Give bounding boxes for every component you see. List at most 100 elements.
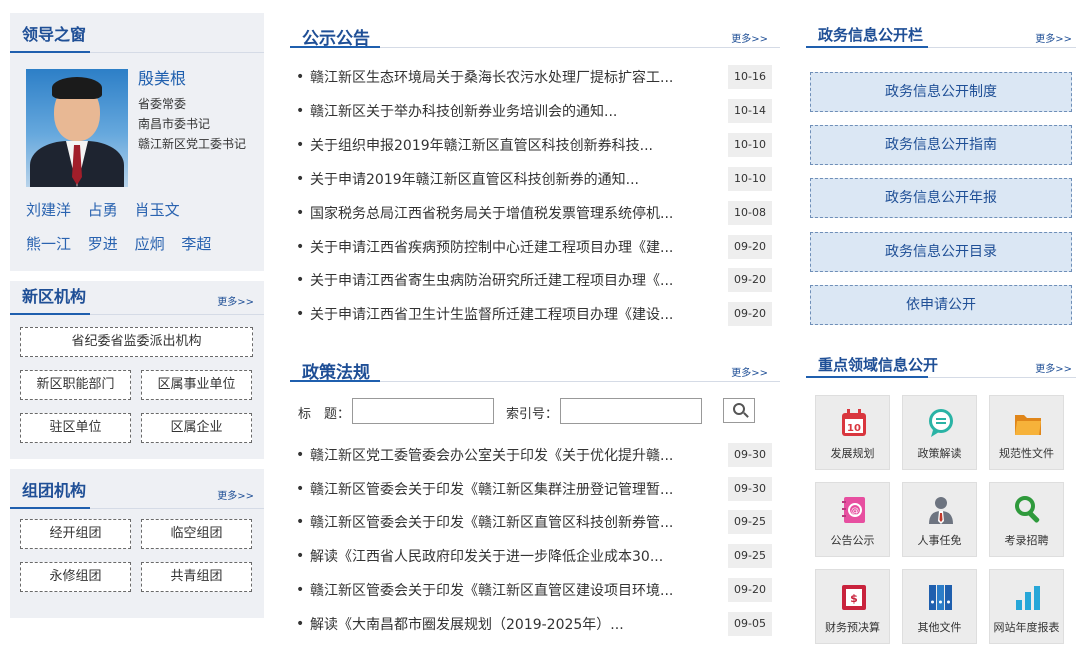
notices-more-link[interactable]: 更多>> [731,30,768,45]
xinqu-more-link[interactable]: 更多>> [217,293,254,308]
search-title-input[interactable] [352,398,494,424]
key-header: 重点领域信息公开 更多>> [806,348,1076,378]
policy-item[interactable]: • 解读《江西省人民政府印发关于进一步降低企业成本30... 09-25 [296,544,774,570]
person-tie-icon [929,497,953,524]
notice-item[interactable]: • 关于申请江西省卫生计生监督所迁建工程项目办理《建设... 09-20 [296,302,774,328]
policy-more-link[interactable]: 更多>> [731,364,768,379]
notice-date: 09-20 [728,302,772,326]
key-tile[interactable]: 10 发展规划 [815,395,890,470]
leader-link[interactable]: 刘建洋 [26,201,71,219]
notice-title[interactable]: 关于组织申报2019年赣江新区直管区科技创新券科技... [310,135,710,155]
gov-info-button[interactable]: 政务信息公开制度 [810,72,1072,112]
key-tile[interactable]: 规范性文件 [989,395,1064,470]
gov-more-link[interactable]: 更多>> [1035,30,1072,45]
magnifier-icon [1015,496,1040,523]
policy-item-title[interactable]: 赣江新区党工委管委会办公室关于印发《关于优化提升赣... [310,445,710,465]
tile-label: 其他文件 [917,621,962,634]
policy-item[interactable]: • 赣江新区管委会关于印发《赣江新区集群注册登记管理暂... 09-30 [296,477,774,503]
leader-name[interactable]: 殷美根 [138,65,186,89]
zutuan-more-link[interactable]: 更多>> [217,487,254,502]
policy-item[interactable]: • 解读《大南昌都市圈发展规划（2019-2025年）... 09-05 [296,612,774,638]
search-index-input[interactable] [560,398,702,424]
notice-item[interactable]: • 赣江新区关于举办科技创新券业务培训会的通知... 10-14 [296,99,774,125]
policy-header: 政策法规 更多>> [290,352,780,383]
bullet-icon: • [296,239,305,255]
group-button[interactable]: 共青组团 [141,562,252,592]
leader-title-3: 赣江新区党工委书记 [138,137,247,151]
key-tile[interactable]: 考录招聘 [989,482,1064,557]
gov-info-button[interactable]: 政务信息公开指南 [810,125,1072,165]
leader-link[interactable]: 占勇 [88,201,118,219]
notice-item[interactable]: • 关于申请江西省疾病预防控制中心迁建工程项目办理《建... 09-20 [296,235,774,261]
leaders-header: 领导之窗 [10,13,264,53]
policy-item-date: 09-30 [728,443,772,467]
policy-item[interactable]: • 赣江新区党工委管委会办公室关于印发《关于优化提升赣... 09-30 [296,443,774,469]
bullet-icon: • [296,272,305,288]
policy-item-date: 09-25 [728,544,772,568]
org-button[interactable]: 新区职能部门 [20,370,131,400]
gov-info-button[interactable]: 政务信息公开目录 [810,232,1072,272]
other-leaders-row-2: 熊一江 罗进 应炯 李超 [26,233,223,254]
notice-item[interactable]: • 赣江新区生态环境局关于桑海长农污水处理厂提标扩容工... 10-16 [296,65,774,91]
org-button[interactable]: 省纪委省监委派出机构 [20,327,253,357]
key-tile[interactable]: 人事任免 [902,482,977,557]
notice-title[interactable]: 赣江新区关于举办科技创新券业务培训会的通知... [310,101,710,121]
search-button[interactable] [723,398,755,423]
leader-link[interactable]: 应炯 [135,235,165,253]
search-title-label: 标 题： [298,407,351,422]
leader-link[interactable]: 李超 [181,235,211,253]
leaders-title: 领导之窗 [22,25,87,44]
notice-title[interactable]: 赣江新区生态环境局关于桑海长农污水处理厂提标扩容工... [310,67,710,87]
policy-item[interactable]: • 赣江新区管委会关于印发《赣江新区直管区建设项目环境... 09-20 [296,578,774,604]
key-tile[interactable]: $ 财务预决算 [815,569,890,644]
bullet-icon: • [296,481,305,497]
key-more-link[interactable]: 更多>> [1035,360,1072,375]
xinqu-header: 新区机构 更多>> [10,275,264,315]
leader-photo[interactable] [26,69,128,187]
tile-label: 网站年度报表 [993,621,1060,634]
notice-title[interactable]: 关于申请2019年赣江新区直管区科技创新券的通知... [310,169,710,189]
notices-header: 公示公告 更多>> [290,18,780,49]
header-underline [806,376,928,378]
header-underline [290,46,380,48]
notice-item[interactable]: • 关于组织申报2019年赣江新区直管区科技创新券科技... 10-10 [296,133,774,159]
policy-item-title[interactable]: 解读《江西省人民政府印发关于进一步降低企业成本30... [310,546,710,566]
tile-label: 规范性文件 [999,447,1054,460]
key-tile[interactable]: 网站年度报表 [989,569,1064,644]
bullet-icon: • [296,137,305,153]
org-button[interactable]: 区属事业单位 [141,370,252,400]
other-leaders-row-1: 刘建洋 占勇 肖玉文 [26,199,192,220]
org-button[interactable]: 驻区单位 [20,413,131,443]
notice-item[interactable]: • 关于申请2019年赣江新区直管区科技创新券的通知... 10-10 [296,167,774,193]
notice-title[interactable]: 关于申请江西省寄生虫病防治研究所迁建工程项目办理《... [310,270,710,290]
leader-link[interactable]: 熊一江 [26,235,71,253]
notice-title[interactable]: 关于申请江西省疾病预防控制中心迁建工程项目办理《建... [310,237,710,257]
policy-item-title[interactable]: 赣江新区管委会关于印发《赣江新区集群注册登记管理暂... [310,479,710,499]
group-button[interactable]: 经开组团 [20,519,131,549]
notice-item[interactable]: • 关于申请江西省寄生虫病防治研究所迁建工程项目办理《... 09-20 [296,268,774,294]
policy-item-title[interactable]: 赣江新区管委会关于印发《赣江新区直管区建设项目环境... [310,580,710,600]
gov-header: 政务信息公开栏 更多>> [806,18,1076,48]
svg-text:$: $ [850,592,858,605]
gov-info-button[interactable]: 政务信息公开年报 [810,178,1072,218]
notice-title[interactable]: 国家税务总局江西省税务局关于增值税发票管理系统停机... [310,203,710,223]
leader-card: 殷美根 省委常委 南昌市委书记 赣江新区党工委书记 刘建洋 占勇 肖玉文 熊一江… [10,53,264,293]
policy-item-title[interactable]: 赣江新区管委会关于印发《赣江新区直管区科技创新券管... [310,512,710,532]
policy-item-title[interactable]: 解读《大南昌都市圈发展规划（2019-2025年）... [310,614,710,634]
gov-info-button[interactable]: 依申请公开 [810,285,1072,325]
key-tile[interactable]: 政策解读 [902,395,977,470]
notice-item[interactable]: • 国家税务总局江西省税务局关于增值税发票管理系统停机... 10-08 [296,201,774,227]
key-tile[interactable]: 其他文件 [902,569,977,644]
key-tile[interactable]: @ 公告公示 [815,482,890,557]
group-button[interactable]: 临空组团 [141,519,252,549]
leader-link[interactable]: 肖玉文 [135,201,180,219]
org-button[interactable]: 区属企业 [141,413,252,443]
notice-title[interactable]: 关于申请江西省卫生计生监督所迁建工程项目办理《建设... [310,304,710,324]
policy-item[interactable]: • 赣江新区管委会关于印发《赣江新区直管区科技创新券管... 09-25 [296,510,774,536]
bullet-icon: • [296,514,305,530]
group-button[interactable]: 永修组团 [20,562,131,592]
leader-link[interactable]: 罗进 [88,235,118,253]
tile-label: 政策解读 [917,447,962,460]
policy-item-date: 09-05 [728,612,772,636]
binders-icon [929,585,952,610]
